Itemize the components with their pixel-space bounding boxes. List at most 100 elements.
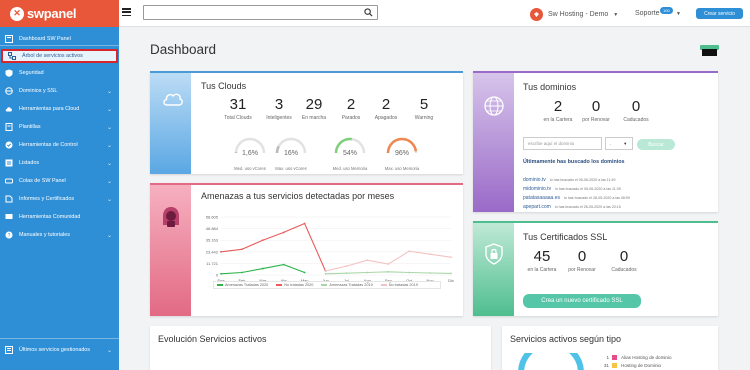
data-point[interactable] [261, 267, 264, 270]
sidebar-item-tree[interactable]: Árbol de servicios activos [1, 49, 118, 63]
recent-domains-title: Últimamente has buscado los dominios [523, 159, 625, 165]
sidebar-item-globe[interactable]: Dominios y SSL ⌄ [0, 84, 119, 98]
domain-search-input[interactable]: escribe aquí el dominio [523, 137, 602, 150]
data-point[interactable] [387, 263, 390, 266]
service-type-label: Hosting de Dominio [621, 362, 662, 368]
data-point[interactable] [241, 248, 243, 251]
logo[interactable]: ✕ swpanel [0, 0, 119, 27]
sidebar-item-check-circle[interactable]: Herramientas de Control ⌄ [0, 138, 119, 152]
evolution-card: Evolución Servicios activos [150, 326, 491, 370]
sidebar-item-label: Listados [19, 160, 40, 166]
stat-4: 2 Apagados [368, 97, 404, 121]
chevron-down-icon: ⌄ [106, 178, 112, 185]
services-donut-chart [518, 353, 584, 370]
ssl-card-stripe [473, 223, 514, 316]
tld-select[interactable]: . ▼ [605, 137, 633, 150]
sidebar-item-queue[interactable]: Colas de SW Panel ⌄ [0, 174, 119, 188]
sidebar-item-report[interactable]: Informes y Certificados ⌄ [0, 192, 119, 206]
stat-label: por Renovar [582, 117, 610, 123]
sidebar-item-label: Herramientas para Cloud [19, 106, 80, 112]
data-point[interactable] [366, 271, 369, 274]
services-type-card: Servicios activos según tipo 1 Alias Host… [502, 326, 718, 370]
data-point[interactable] [408, 250, 411, 253]
legend-item[interactable]: Amenazas Tratadas 2020 [217, 283, 268, 287]
logo-text: swpanel [27, 6, 77, 21]
data-point[interactable] [429, 253, 431, 256]
data-point[interactable] [345, 265, 348, 267]
stat-2: 29 En marcha [296, 97, 332, 121]
data-point[interactable] [387, 270, 390, 273]
data-point[interactable] [450, 256, 452, 259]
support-label: Soporte [635, 10, 660, 17]
data-point[interactable] [282, 263, 285, 266]
stat-label: Warning [414, 115, 434, 121]
stat-value: 2 [553, 98, 563, 115]
data-point[interactable] [220, 272, 222, 275]
ssl-tag-icon [700, 45, 719, 56]
data-point[interactable] [324, 270, 327, 272]
stat-0: 45 en la Cartera [523, 249, 561, 273]
legend-item[interactable]: No tratadas 2019 [380, 283, 418, 287]
menu-icon[interactable] [122, 8, 131, 16]
domain-search-button[interactable]: Buscar [637, 139, 675, 150]
sidebar-item-template[interactable]: Plantillas ⌄ [0, 120, 119, 134]
sidebar-item-label: Plantillas [19, 124, 41, 130]
recent-domain-row: dominio.tv lo has buscado el 05-06-2020 a… [523, 168, 713, 183]
sidebar-item-label: Últimos servicios gestionados [19, 347, 91, 353]
recent-domain-row: patatasaaaaa.es lo has buscado el 28-05-2… [523, 186, 713, 201]
data-point[interactable] [282, 231, 285, 234]
data-point[interactable] [303, 222, 306, 225]
series-line-1 [220, 222, 327, 272]
sidebar-item-home[interactable]: Dashboard SW Panel [0, 32, 119, 46]
legend-label: No tratadas 2020 [284, 283, 314, 287]
new-service-button[interactable]: Crear servicio [696, 8, 743, 19]
chevron-down-icon: ⌄ [106, 160, 112, 167]
tld-select-value: . [610, 141, 612, 146]
gauge-label: Max. uso vCores [275, 166, 307, 171]
search-icon[interactable] [364, 8, 373, 17]
sidebar: ✕ swpanel Dashboard SW Panel Árbol de ser… [0, 0, 119, 370]
legend-label: No tratadas 2019 [388, 283, 418, 287]
data-point[interactable] [241, 271, 243, 274]
stat-label: Total Clouds [224, 115, 252, 121]
chevron-down-icon: ⌄ [106, 347, 112, 354]
data-point[interactable] [220, 250, 222, 253]
new-ssl-button[interactable]: Crea un nuevo certificado SSL [523, 294, 641, 308]
gauge-label: Max. uso Memoria [384, 166, 420, 171]
data-point[interactable] [450, 272, 452, 275]
recent-domain-link[interactable]: apepart.com [523, 204, 551, 210]
stat-label: Caducados [623, 117, 649, 123]
data-point[interactable] [366, 259, 369, 262]
support-link[interactable]: Soporte [635, 10, 660, 17]
sidebar-item-help[interactable]: ? Manuales y tutoriales ⌄ [0, 228, 119, 242]
data-point[interactable] [261, 239, 264, 242]
data-point[interactable] [408, 271, 411, 274]
legend-item[interactable]: Amenazas Tratadas 2019 [321, 283, 373, 287]
clouds-title: Tus Clouds [201, 81, 247, 91]
ssl-title: Tus Certificados SSL [523, 232, 608, 242]
data-point[interactable] [324, 272, 327, 275]
stat-label: en la Cartera [543, 117, 573, 123]
legend-item[interactable]: No tratadas 2020 [276, 283, 313, 287]
sidebar-item-cloud[interactable]: Herramientas para Cloud ⌄ [0, 102, 119, 116]
sidebar-item-list[interactable]: Listados ⌄ [0, 156, 119, 170]
sidebar-item-community[interactable]: Herramientas Comunidad [0, 210, 119, 224]
account-menu[interactable]: Sw Hosting - Demo ▼ [530, 8, 618, 21]
stat-1: 0 por Renovar [579, 99, 613, 123]
stat-value: 45 [533, 248, 551, 265]
search-input[interactable] [143, 5, 378, 20]
sidebar-item-shield[interactable]: Seguridad [0, 66, 119, 80]
y-tick-label: 46.884 [206, 226, 219, 231]
y-tick-label: 23.442 [206, 249, 219, 254]
data-point[interactable] [345, 272, 348, 275]
stat-label: En marcha [301, 115, 327, 121]
sidebar-item-recent-services[interactable]: Últimos servicios gestionados ⌄ [0, 343, 119, 357]
chevron-down-icon: ⌄ [106, 142, 112, 149]
recent-domain-row: midominio.tv lo has buscado el 05-06-2020… [523, 177, 713, 192]
community-icon [5, 213, 13, 221]
data-point[interactable] [429, 272, 431, 274]
evolution-title: Evolución Servicios activos [158, 334, 267, 344]
data-point[interactable] [303, 271, 306, 274]
stat-2: 0 Caducados [619, 99, 653, 123]
stat-value: 5 [419, 96, 429, 113]
